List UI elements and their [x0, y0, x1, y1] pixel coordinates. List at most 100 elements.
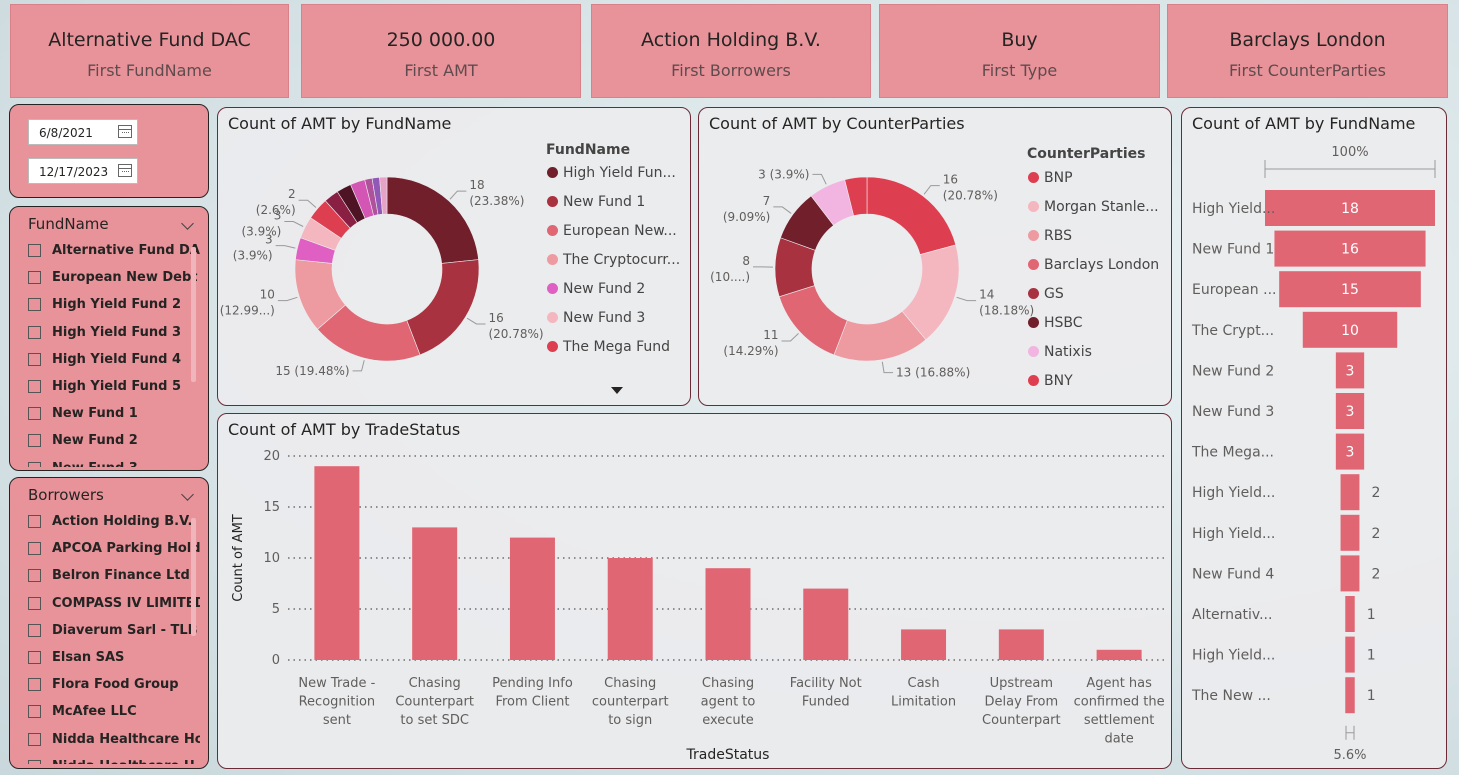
- funnel-value-label: 2: [1371, 485, 1380, 501]
- slicer-item[interactable]: Nidda Healthcare Ho...: [28, 730, 200, 757]
- legend-marker: [547, 254, 558, 265]
- x-tick-label: Recognition: [299, 695, 376, 710]
- legend-item[interactable]: European New...: [547, 223, 677, 239]
- legend-item[interactable]: BNY: [1028, 373, 1073, 389]
- legend-item[interactable]: Natixis: [1028, 344, 1092, 360]
- slicer-item[interactable]: New Fund 3: [28, 459, 200, 467]
- chevron-down-icon[interactable]: [181, 217, 194, 230]
- legend-item[interactable]: New Fund 1: [547, 194, 645, 210]
- y-tick-label: 5: [272, 602, 280, 617]
- slicer-item[interactable]: New Fund 1: [28, 404, 200, 431]
- legend-item[interactable]: BNP: [1028, 170, 1073, 186]
- slicer-item-label: High Yield Fund 2: [52, 297, 182, 313]
- funnel-value-label: 2: [1371, 526, 1380, 542]
- slicer-item[interactable]: High Yield Fund 3: [28, 323, 200, 350]
- bar: [803, 588, 849, 660]
- slicer-checkbox[interactable]: [28, 569, 41, 583]
- slicer-item[interactable]: Diaverum Sarl - TLB: [28, 621, 200, 648]
- donut-slice: [778, 285, 848, 356]
- legend-label: BNY: [1044, 373, 1073, 389]
- slicer-item[interactable]: Belron Finance Ltd: [28, 566, 200, 593]
- funnel-bar: [1345, 636, 1355, 673]
- data-label-percent: (12.99...): [220, 304, 275, 318]
- slicer-item[interactable]: Elsan SAS: [28, 648, 200, 675]
- slicer-checkbox[interactable]: [28, 434, 41, 448]
- slicer-item[interactable]: High Yield Fund 5: [28, 377, 200, 404]
- slicer-checkbox[interactable]: [28, 623, 41, 637]
- legend-item[interactable]: RBS: [1028, 228, 1072, 244]
- legend-label: High Yield Fun...: [563, 165, 676, 181]
- bar: [901, 629, 947, 660]
- kpi-card-counterparties: Barclays London First CounterParties: [1167, 4, 1448, 98]
- slicer-item[interactable]: Alternative Fund DAC: [28, 241, 200, 268]
- start-date-input[interactable]: 6/8/2021: [28, 119, 138, 145]
- kpi-value: Buy: [1001, 29, 1038, 51]
- legend-marker: [547, 167, 558, 178]
- slicer-checkbox[interactable]: [28, 732, 41, 746]
- legend-item[interactable]: The Mega Fund: [547, 339, 670, 355]
- slicer-checkbox[interactable]: [28, 542, 41, 556]
- slicer-item[interactable]: European New Debt ...: [28, 268, 200, 295]
- slicer-item[interactable]: Action Holding B.V.: [28, 512, 200, 539]
- legend-label: RBS: [1044, 228, 1072, 244]
- fundname-slicer: FundName Alternative Fund DAC European Ne…: [9, 206, 209, 471]
- slicer-checkbox[interactable]: [28, 596, 41, 610]
- calendar-icon[interactable]: [118, 164, 132, 177]
- x-tick-label: settlement: [1084, 713, 1155, 728]
- slicer-item[interactable]: New Fund 2: [28, 431, 200, 458]
- funnel-bar: [1340, 474, 1360, 511]
- calendar-icon[interactable]: [118, 125, 132, 138]
- legend-item[interactable]: New Fund 2: [547, 281, 645, 297]
- slicer-checkbox[interactable]: [28, 678, 41, 692]
- slicer-item-label: European New Debt ...: [52, 270, 200, 286]
- legend-scroll-down-icon[interactable]: [610, 385, 624, 395]
- legend-item[interactable]: Morgan Stanle...: [1028, 199, 1159, 215]
- scrollbar[interactable]: [191, 518, 196, 636]
- x-tick-label: Pending Info: [492, 676, 573, 691]
- legend-marker: [1028, 375, 1039, 386]
- chevron-down-icon[interactable]: [181, 488, 194, 501]
- slicer-checkbox[interactable]: [28, 461, 41, 467]
- legend-item[interactable]: Barclays London: [1028, 257, 1159, 273]
- legend-item[interactable]: New Fund 3: [547, 310, 645, 326]
- slicer-item[interactable]: McAfee LLC: [28, 702, 200, 729]
- end-date-input[interactable]: 12/17/2023: [28, 158, 138, 184]
- legend-label: Morgan Stanle...: [1044, 199, 1159, 215]
- slicer-item[interactable]: Flora Food Group: [28, 675, 200, 702]
- borrowers-slicer: Borrowers Action Holding B.V. APCOA Parki…: [9, 477, 209, 769]
- funnel-category-label: The Mega...: [1191, 445, 1274, 461]
- data-label-percent: (2.6%): [256, 203, 296, 217]
- slicer-item[interactable]: Nidda Healthcare H...: [28, 757, 200, 764]
- slicer-item[interactable]: APCOA Parking Hold...: [28, 539, 200, 566]
- slicer-checkbox[interactable]: [28, 379, 41, 393]
- fundname-funnel-chart: 100% High Yield... 18 New Fund 1 16 European …: [1191, 145, 1436, 763]
- slicer-checkbox[interactable]: [28, 271, 41, 285]
- slicer-checkbox[interactable]: [28, 325, 41, 339]
- slicer-checkbox[interactable]: [28, 759, 41, 764]
- legend-marker: [547, 312, 558, 323]
- scrollbar[interactable]: [191, 247, 196, 382]
- slicer-item-label: Alternative Fund DAC: [52, 243, 200, 258]
- bar: [705, 568, 751, 660]
- slicer-item[interactable]: High Yield Fund 2: [28, 295, 200, 322]
- data-label-percent: (9.09%): [723, 210, 770, 224]
- slicer-item[interactable]: High Yield Fund 4: [28, 350, 200, 377]
- slicer-checkbox[interactable]: [28, 650, 41, 664]
- legend-item[interactable]: High Yield Fun...: [547, 165, 676, 181]
- funnel-category-label: Alternativ...: [1192, 607, 1272, 623]
- kpi-label: First FundName: [87, 61, 212, 80]
- slicer-checkbox[interactable]: [28, 298, 41, 312]
- slicer-checkbox[interactable]: [28, 244, 41, 257]
- legend-item[interactable]: HSBC: [1028, 315, 1083, 331]
- data-label: 2: [288, 187, 296, 201]
- slicer-item[interactable]: COMPASS IV LIMITED: [28, 594, 200, 621]
- funnel-bottom-bracket: [1345, 725, 1355, 740]
- slicer-checkbox[interactable]: [28, 352, 41, 366]
- slicer-item-label: Elsan SAS: [52, 649, 125, 665]
- slicer-checkbox[interactable]: [28, 407, 41, 421]
- slicer-checkbox[interactable]: [28, 705, 41, 719]
- slicer-checkbox[interactable]: [28, 515, 41, 528]
- legend-item[interactable]: The Cryptocurr...: [547, 252, 680, 268]
- legend-item[interactable]: GS: [1028, 286, 1064, 302]
- funnel-top-bracket: [1264, 160, 1436, 178]
